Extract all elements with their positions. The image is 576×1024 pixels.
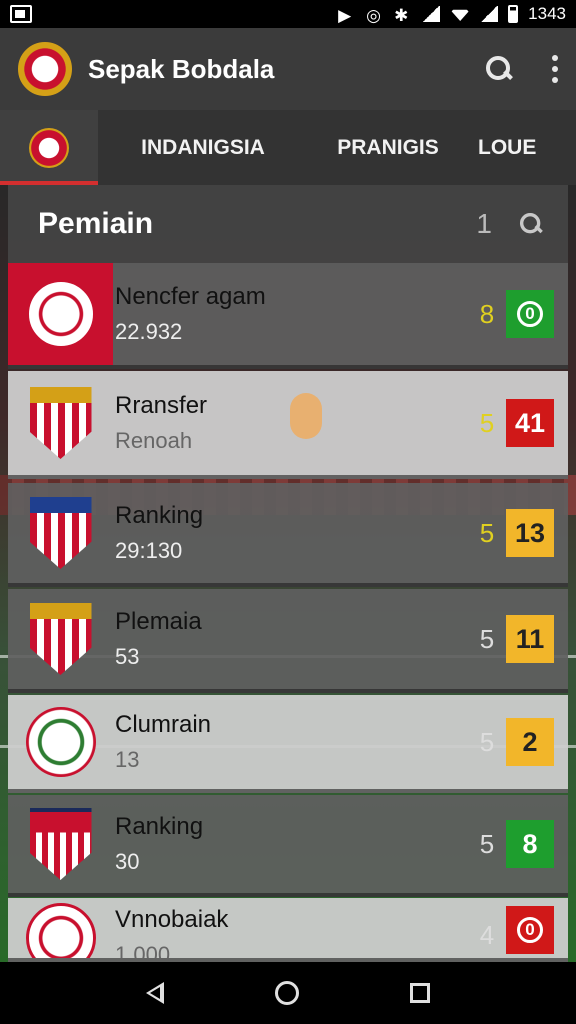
score-value: 0: [517, 917, 543, 943]
item-rank: 5: [479, 623, 495, 654]
score-badge: 13: [506, 509, 554, 557]
item-name: Vnnobaiak: [115, 906, 229, 933]
system-nav-bar: [0, 962, 576, 1024]
search-icon[interactable]: [484, 54, 514, 84]
item-rank: 4: [479, 920, 495, 950]
list-item[interactable]: Nencfer agam 22.932 8 0: [8, 263, 568, 369]
club-badge: [8, 589, 113, 689]
item-rank: 5: [479, 726, 495, 757]
signal-icon: [422, 6, 441, 22]
item-name: Clumrain: [115, 711, 212, 738]
recent-apps-icon[interactable]: [410, 983, 431, 1003]
club-badge: [8, 371, 113, 475]
section-count: 1: [476, 208, 492, 239]
club-crest-icon: [25, 279, 96, 349]
club-badge: [8, 795, 113, 893]
item-name: Nencfer agam: [115, 283, 266, 310]
score-badge: 11: [506, 615, 554, 663]
score-badge: 0: [506, 290, 554, 338]
list-item[interactable]: Vnnobaiak 1.000 4 0: [8, 898, 568, 962]
item-name: Ranking: [115, 502, 204, 529]
item-rank: 5: [479, 407, 495, 438]
alarm-icon: ◎: [366, 6, 382, 25]
status-bar: ▶ ◎ ✱ 1343: [0, 0, 576, 28]
club-shield-icon: [29, 497, 92, 569]
list-item[interactable]: Rransfer Renoah 5 41: [8, 371, 568, 479]
club-badge: [8, 695, 113, 789]
wifi-icon: [450, 9, 471, 21]
list-item[interactable]: Ranking 30 5 8: [8, 795, 568, 897]
app-logo: [18, 42, 72, 96]
club-shield-icon: [29, 387, 92, 459]
list-item[interactable]: Ranking 29:130 5 13: [8, 483, 568, 587]
section-title: Pemiain: [38, 207, 154, 240]
item-sub: 22.932: [115, 319, 183, 344]
list-item[interactable]: Clumrain 13 5 2: [8, 695, 568, 793]
score-badge: 2: [506, 718, 554, 766]
score-badge: 41: [506, 399, 554, 447]
item-sub: 13: [115, 747, 140, 772]
status-time: 1343: [528, 4, 566, 23]
item-sub: 30: [115, 849, 140, 874]
bluetooth-icon: ✱: [394, 6, 409, 25]
tab-loue[interactable]: LOUE: [468, 110, 576, 185]
club-shield-icon: [29, 808, 92, 880]
item-name: Plemaia: [115, 608, 202, 635]
tab-indanigsia[interactable]: INDANIGSIA: [98, 110, 308, 185]
score-value: 0: [517, 301, 543, 327]
back-icon[interactable]: [145, 982, 164, 1004]
club-badge: [8, 903, 113, 958]
player-avatar: [290, 393, 322, 439]
club-badge: [8, 263, 113, 365]
tab-bar: INDANIGSIA PRANIGIS LOUE: [0, 110, 576, 185]
item-rank: 5: [479, 828, 495, 859]
home-icon[interactable]: [274, 981, 299, 1005]
section-search-icon[interactable]: [518, 211, 544, 237]
gallery-icon: [10, 5, 32, 23]
item-sub: 29:130: [115, 538, 183, 563]
item-sub: 53: [115, 644, 140, 669]
club-shield-icon: [29, 603, 92, 675]
item-sub: 1.000: [115, 942, 171, 962]
item-rank: 8: [479, 298, 495, 329]
battery-icon: [508, 5, 519, 23]
item-rank: 5: [479, 517, 495, 548]
tab-pranigis[interactable]: PRANIGIS: [308, 110, 468, 185]
club-badge: [8, 483, 113, 583]
club-crest-icon: [25, 707, 96, 777]
crest-icon: [29, 127, 69, 168]
app-bar: Sepak Bobdala: [0, 28, 576, 110]
item-name: Ranking: [115, 813, 204, 840]
score-badge: 0: [506, 906, 554, 954]
list-item[interactable]: Plemaia 53 5 11: [8, 589, 568, 693]
cell-signal-icon: [480, 6, 499, 22]
nfc-icon: ▶: [338, 6, 352, 25]
club-crest-icon: [25, 903, 96, 958]
app-title: Sepak Bobdala: [88, 53, 275, 84]
tab-home[interactable]: [0, 110, 98, 185]
section-header: Pemiain 1: [8, 185, 568, 263]
more-options-icon[interactable]: [552, 55, 558, 83]
score-badge: 8: [506, 820, 554, 868]
